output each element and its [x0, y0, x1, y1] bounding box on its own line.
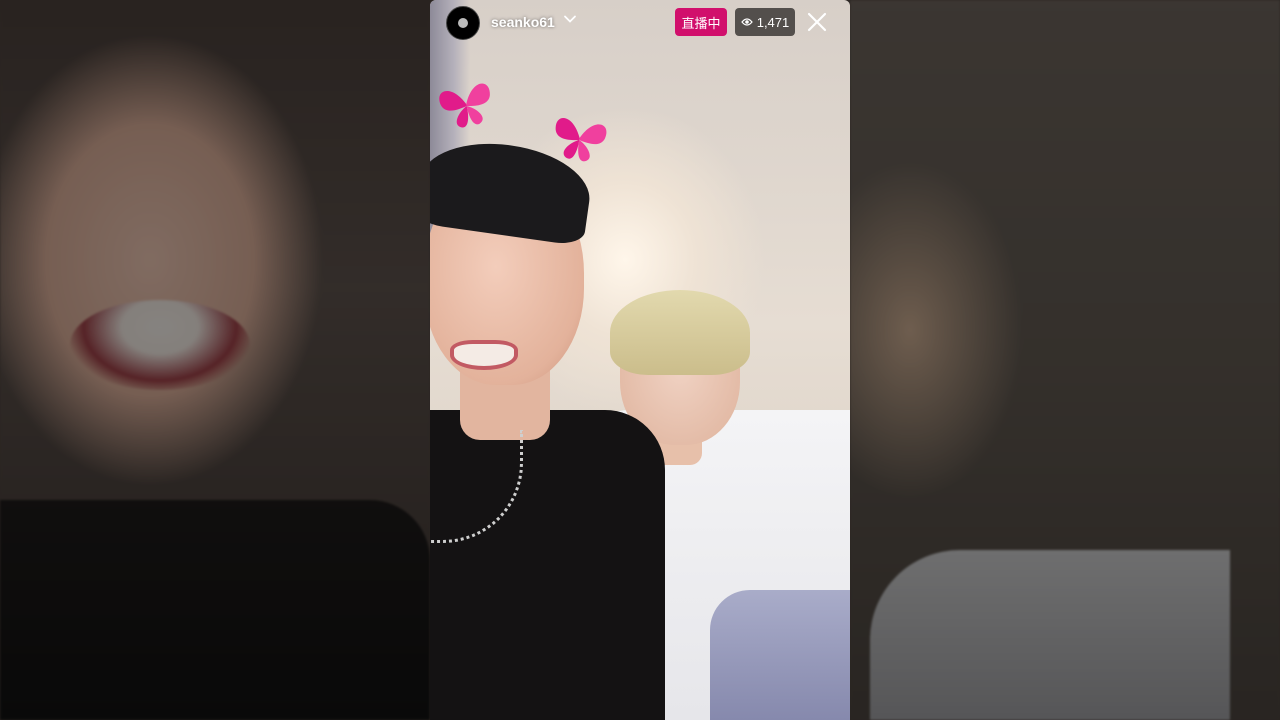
eye-icon — [740, 18, 753, 26]
close-icon[interactable] — [806, 11, 828, 33]
blurred-shirt — [0, 500, 430, 720]
person-1-smile — [450, 340, 518, 370]
blanket — [710, 590, 850, 720]
viewer-count-badge[interactable]: 1,471 — [735, 8, 795, 36]
blurred-face-detail — [70, 300, 250, 390]
live-video-frame — [430, 0, 850, 720]
person-2-hair — [610, 290, 750, 375]
butterfly-icon — [543, 107, 614, 176]
live-header: seanko61 直播中 1,471 — [430, 0, 850, 46]
blurred-background-left — [0, 0, 430, 720]
blurred-background-right — [850, 0, 1280, 720]
butterfly-icon — [431, 72, 504, 143]
blurred-shirt — [870, 550, 1230, 720]
viewer-count: 1,471 — [756, 14, 790, 30]
username[interactable]: seanko61 — [491, 14, 555, 30]
chevron-down-icon[interactable] — [563, 12, 577, 26]
live-badge: 直播中 — [675, 8, 727, 36]
avatar[interactable] — [446, 6, 480, 40]
